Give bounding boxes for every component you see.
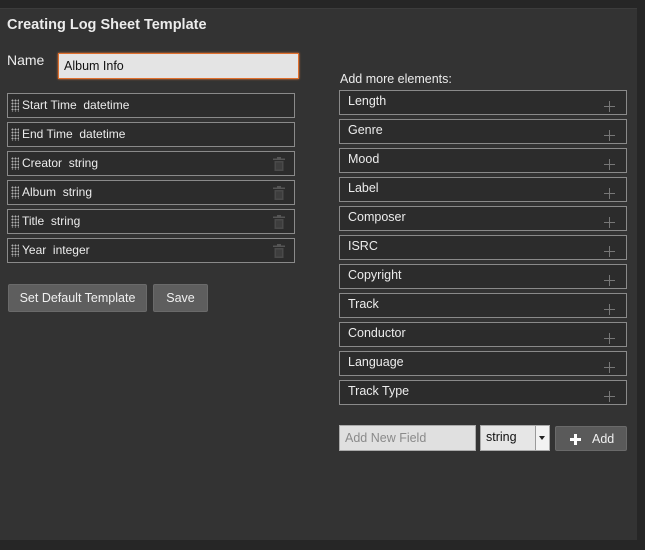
element-row[interactable]: Composer bbox=[339, 206, 627, 231]
element-row[interactable]: Track bbox=[339, 293, 627, 318]
plus-icon[interactable] bbox=[604, 188, 615, 199]
element-label: Label bbox=[348, 181, 379, 195]
page-title: Creating Log Sheet Template bbox=[7, 17, 207, 33]
template-field-name: End Time bbox=[22, 127, 73, 141]
template-field-type: string bbox=[50, 214, 81, 228]
template-field-label: Album string bbox=[22, 185, 92, 199]
element-label: Copyright bbox=[348, 268, 402, 282]
template-field-label: Creator string bbox=[22, 156, 98, 170]
field-type-select[interactable]: string bbox=[480, 425, 550, 451]
element-label: ISRC bbox=[348, 239, 378, 253]
template-field-type: integer bbox=[52, 243, 90, 257]
template-field-type: string bbox=[68, 156, 99, 170]
element-row[interactable]: Track Type bbox=[339, 380, 627, 405]
plus-icon[interactable] bbox=[604, 101, 615, 112]
template-editor-panel: Creating Log Sheet Template Name Start T… bbox=[0, 8, 637, 540]
element-row[interactable]: Conductor bbox=[339, 322, 627, 347]
add-field-button-label: Add bbox=[592, 432, 615, 446]
element-row[interactable]: ISRC bbox=[339, 235, 627, 260]
template-field-row[interactable]: Title string bbox=[7, 209, 295, 234]
trash-icon[interactable] bbox=[273, 244, 285, 258]
plus-icon[interactable] bbox=[604, 217, 615, 228]
template-field-name: Year bbox=[22, 243, 47, 257]
plus-icon[interactable] bbox=[604, 275, 615, 286]
element-label: Language bbox=[348, 355, 404, 369]
plus-icon[interactable] bbox=[604, 333, 615, 344]
element-row[interactable]: Label bbox=[339, 177, 627, 202]
template-field-type: datetime bbox=[79, 127, 126, 141]
template-field-label: Title string bbox=[22, 214, 80, 228]
element-row[interactable]: Language bbox=[339, 351, 627, 376]
set-default-template-button[interactable]: Set Default Template bbox=[8, 284, 147, 312]
template-field-label: Start Time datetime bbox=[22, 98, 129, 112]
drag-handle-icon[interactable] bbox=[11, 215, 19, 228]
field-type-value: string bbox=[486, 430, 517, 444]
plus-icon[interactable] bbox=[604, 130, 615, 141]
template-field-type: datetime bbox=[83, 98, 130, 112]
template-field-row[interactable]: Creator string bbox=[7, 151, 295, 176]
plus-icon[interactable] bbox=[604, 246, 615, 257]
add-field-button[interactable]: Add bbox=[555, 426, 627, 451]
element-row[interactable]: Genre bbox=[339, 119, 627, 144]
trash-icon[interactable] bbox=[273, 215, 285, 229]
element-label: Length bbox=[348, 94, 387, 108]
element-row[interactable]: Mood bbox=[339, 148, 627, 173]
new-field-input[interactable] bbox=[339, 425, 476, 451]
template-field-label: Year integer bbox=[22, 243, 90, 257]
template-field-name: Creator bbox=[22, 156, 63, 170]
name-label: Name bbox=[7, 52, 45, 68]
template-field-row[interactable]: Start Time datetime bbox=[7, 93, 295, 118]
drag-handle-icon[interactable] bbox=[11, 99, 19, 112]
drag-handle-icon[interactable] bbox=[11, 128, 19, 141]
trash-icon[interactable] bbox=[273, 186, 285, 200]
element-label: Composer bbox=[348, 210, 406, 224]
plus-icon[interactable] bbox=[604, 391, 615, 402]
template-field-label: End Time datetime bbox=[22, 127, 125, 141]
element-label: Track Type bbox=[348, 384, 410, 398]
element-label: Track bbox=[348, 297, 379, 311]
element-label: Mood bbox=[348, 152, 380, 166]
plus-icon bbox=[570, 434, 581, 445]
drag-handle-icon[interactable] bbox=[11, 244, 19, 257]
plus-icon[interactable] bbox=[604, 159, 615, 170]
template-field-name: Album bbox=[22, 185, 57, 199]
element-row[interactable]: Copyright bbox=[339, 264, 627, 289]
save-button[interactable]: Save bbox=[153, 284, 208, 312]
add-more-elements-label: Add more elements: bbox=[340, 72, 452, 86]
drag-handle-icon[interactable] bbox=[11, 186, 19, 199]
template-field-row[interactable]: Album string bbox=[7, 180, 295, 205]
template-field-row[interactable]: Year integer bbox=[7, 238, 295, 263]
element-label: Conductor bbox=[348, 326, 406, 340]
template-field-name: Start Time bbox=[22, 98, 77, 112]
element-label: Genre bbox=[348, 123, 383, 137]
drag-handle-icon[interactable] bbox=[11, 157, 19, 170]
name-input[interactable] bbox=[58, 53, 299, 79]
plus-icon[interactable] bbox=[604, 362, 615, 373]
template-field-name: Title bbox=[22, 214, 45, 228]
trash-icon[interactable] bbox=[273, 157, 285, 171]
dropdown-arrow-icon[interactable] bbox=[535, 426, 549, 450]
template-field-type: string bbox=[62, 185, 93, 199]
plus-icon[interactable] bbox=[604, 304, 615, 315]
element-row[interactable]: Length bbox=[339, 90, 627, 115]
template-field-row[interactable]: End Time datetime bbox=[7, 122, 295, 147]
